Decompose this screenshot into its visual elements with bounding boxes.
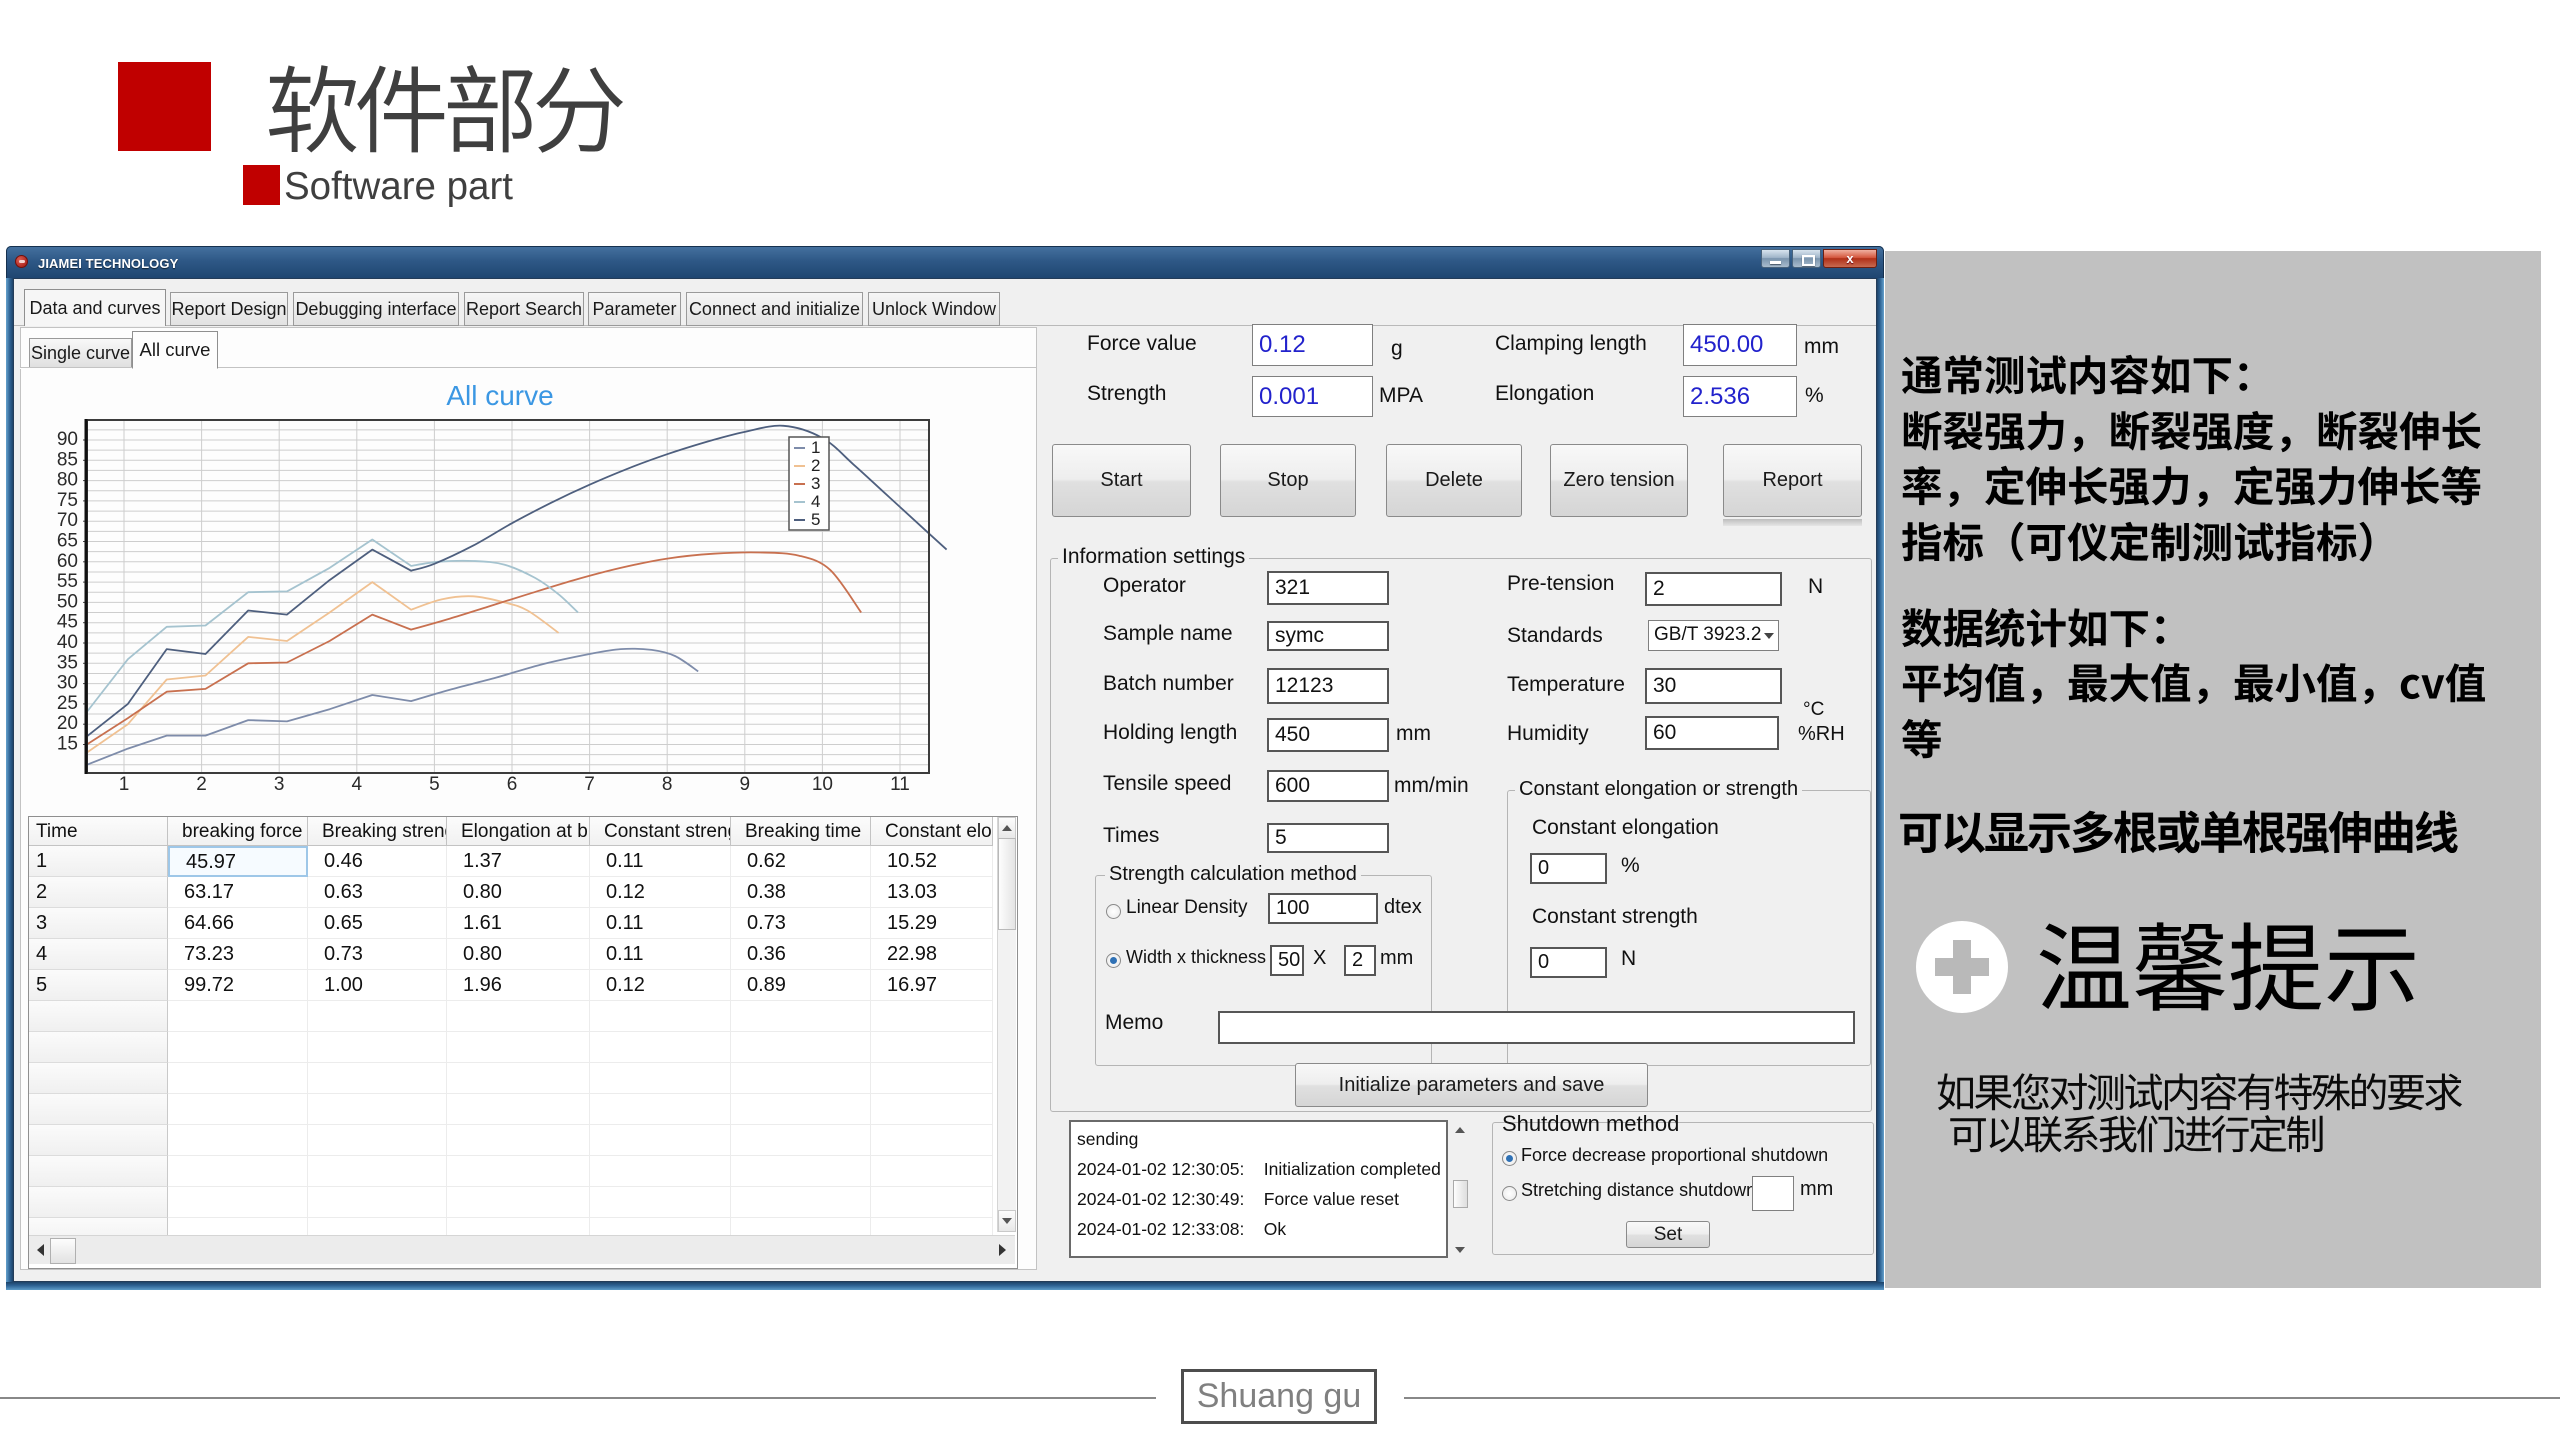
svg-text:4: 4 [811, 492, 820, 511]
svg-text:30: 30 [57, 673, 78, 694]
svg-text:80: 80 [57, 470, 78, 491]
svg-text:11: 11 [890, 774, 910, 795]
svg-text:1: 1 [119, 774, 130, 795]
svg-text:25: 25 [57, 693, 78, 714]
svg-text:35: 35 [57, 652, 78, 673]
svg-text:45: 45 [57, 612, 78, 633]
svg-text:6: 6 [507, 774, 518, 795]
svg-text:85: 85 [57, 449, 78, 470]
svg-text:4: 4 [352, 774, 363, 795]
svg-text:15: 15 [57, 734, 78, 755]
svg-text:9: 9 [740, 774, 751, 795]
svg-text:1: 1 [811, 438, 820, 457]
svg-text:2: 2 [196, 774, 207, 795]
svg-text:8: 8 [662, 774, 673, 795]
svg-text:3: 3 [811, 474, 820, 493]
svg-text:3: 3 [274, 774, 285, 795]
svg-text:2: 2 [811, 456, 820, 475]
svg-text:60: 60 [57, 551, 78, 572]
svg-text:5: 5 [811, 510, 820, 529]
svg-text:55: 55 [57, 571, 78, 592]
svg-text:10: 10 [812, 774, 833, 795]
svg-text:40: 40 [57, 632, 78, 653]
svg-text:5: 5 [429, 774, 440, 795]
svg-text:75: 75 [57, 490, 78, 511]
svg-text:65: 65 [57, 531, 78, 552]
svg-text:90: 90 [57, 429, 78, 450]
svg-text:70: 70 [57, 510, 78, 531]
svg-text:20: 20 [57, 713, 78, 734]
svg-text:7: 7 [584, 774, 595, 795]
svg-text:50: 50 [57, 591, 78, 612]
